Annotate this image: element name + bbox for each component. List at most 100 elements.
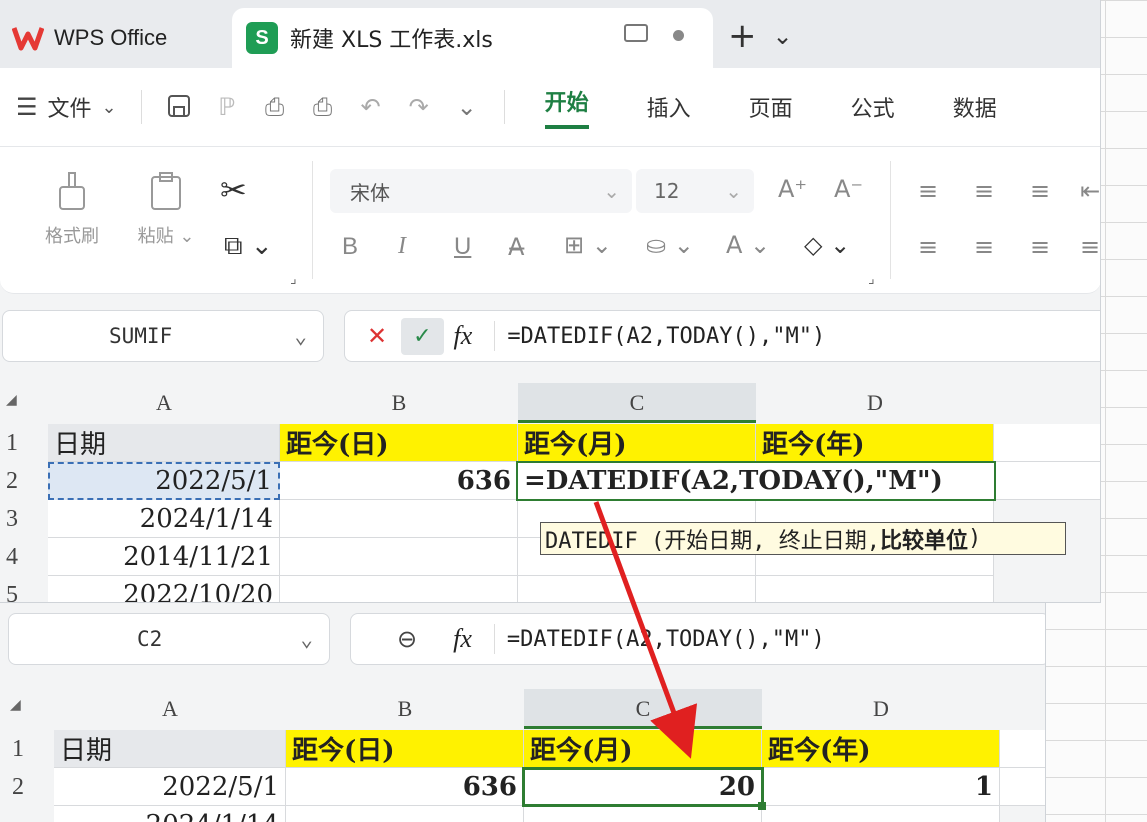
chevron-down-icon[interactable]: ⌄ [773, 22, 793, 50]
cell-c3[interactable] [524, 806, 762, 822]
indent-icon[interactable]: ⇤ [1080, 177, 1100, 205]
formula-text[interactable]: =DATEDIF(A2,TODAY(),"M") [507, 627, 825, 652]
tab-document[interactable]: S 新建 XLS 工作表.xls [232, 8, 713, 68]
cell-d1[interactable]: 距今(年) [756, 424, 994, 462]
tab-3[interactable]: 公式 [851, 91, 895, 123]
cell-c1[interactable]: 距今(月) [524, 730, 762, 768]
scissors-icon[interactable]: ✂ [220, 171, 247, 209]
dialog-launcher-icon[interactable]: ⌟ [290, 271, 297, 287]
cell-a4[interactable]: 2014/11/21 [48, 538, 280, 576]
cell-b2[interactable]: 636 [286, 768, 524, 806]
confirm-button[interactable]: ✓ [401, 317, 444, 355]
cell-a2[interactable]: 2022/5/1 [54, 768, 286, 806]
align-top-icon[interactable]: ≡ [918, 177, 938, 205]
borders-icon[interactable]: ⊞ ⌄ [564, 231, 612, 259]
cell-a1[interactable]: 日期 [54, 730, 286, 768]
cell-b1[interactable]: 距今(日) [286, 730, 524, 768]
column-header-b[interactable]: B [286, 689, 524, 729]
tab-1[interactable]: 插入 [647, 91, 691, 123]
select-all-corner[interactable]: ◢ [6, 392, 17, 408]
column-header-c[interactable]: C [518, 383, 756, 423]
redo-icon[interactable]: ↷ [404, 92, 434, 122]
row-header-1[interactable]: 1 [8, 730, 52, 768]
cell-b2[interactable]: 636 [280, 462, 518, 500]
paste-button[interactable]: 粘贴 ⌄ [128, 169, 204, 248]
print-icon[interactable]: ⎙ [260, 92, 290, 122]
fill-color-icon[interactable]: ⛀ ⌄ [646, 231, 694, 259]
strikethrough-button[interactable]: A̶ [508, 233, 524, 261]
align-center-icon[interactable]: ≡ [974, 233, 994, 261]
save-icon[interactable] [164, 92, 194, 122]
cell-a3[interactable]: 2024/1/14 [54, 806, 286, 822]
cell-d3[interactable] [762, 806, 1000, 822]
font-grow-button[interactable]: A⁺ [778, 175, 807, 203]
cell-b5[interactable] [280, 576, 518, 602]
underline-button[interactable]: U [454, 233, 471, 261]
row-header-5[interactable]: 5 [2, 576, 46, 602]
align-bottom-icon[interactable]: ≡ [1030, 177, 1050, 205]
font-color-icon[interactable]: A ⌄ [726, 231, 770, 259]
chevron-down-icon[interactable]: ⌄ [102, 97, 117, 118]
cell-e2[interactable] [1000, 768, 1045, 806]
hamburger-icon[interactable]: ☰ [16, 93, 38, 121]
font-shrink-button[interactable]: A⁻ [834, 175, 863, 203]
cell-d5[interactable] [756, 576, 994, 602]
formula-bar[interactable]: ⊖ fx =DATEDIF(A2,TODAY(),"M") [350, 613, 1045, 665]
row-header-4[interactable]: 4 [2, 538, 46, 576]
align-right-icon[interactable]: ≡ [1030, 233, 1050, 261]
more-chevron-icon[interactable]: ⌄ [452, 92, 482, 122]
file-menu[interactable]: 文件 [48, 91, 92, 123]
italic-button[interactable]: I [398, 233, 406, 260]
name-box[interactable]: C2 ⌄ [8, 613, 330, 665]
copy-icon[interactable]: ⧉ ⌄ [224, 231, 273, 262]
formula-bar[interactable]: ✕ ✓ fx =DATEDIF(A2,TODAY(),"M") [344, 310, 1100, 362]
tab-4[interactable]: 数据 [953, 91, 997, 123]
column-header-d[interactable]: D [762, 689, 1000, 729]
fx-icon[interactable]: fx [454, 321, 473, 351]
tab-0[interactable]: 开始 [544, 85, 589, 129]
tab-2[interactable]: 页面 [749, 91, 793, 123]
print-preview-icon[interactable]: ⎙ [308, 92, 338, 122]
cell-c2-result[interactable]: 20 [522, 767, 764, 807]
export-icon[interactable]: ℙ [212, 92, 242, 122]
cell-e2[interactable] [994, 462, 1100, 500]
cell-e1[interactable] [994, 424, 1100, 462]
cancel-button[interactable]: ✕ [367, 322, 387, 350]
column-header-a[interactable]: A [48, 383, 280, 423]
cell-b3[interactable] [280, 500, 518, 538]
select-all-corner[interactable]: ◢ [10, 697, 21, 713]
column-header-c[interactable]: C [524, 689, 762, 729]
eraser-icon[interactable]: ◇ ⌄ [804, 231, 850, 259]
chevron-down-icon[interactable]: ⌄ [300, 627, 313, 651]
bold-button[interactable]: B [342, 233, 358, 261]
cell-e1[interactable] [1000, 730, 1045, 768]
chevron-down-icon[interactable]: ⌄ [294, 324, 307, 348]
monitor-icon[interactable] [624, 24, 648, 42]
cell-c5[interactable] [518, 576, 756, 602]
cell-c1[interactable]: 距今(月) [518, 424, 756, 462]
zoom-out-icon[interactable]: ⊖ [397, 625, 417, 653]
cell-d1[interactable]: 距今(年) [762, 730, 1000, 768]
cell-a2[interactable]: 2022/5/1 [48, 462, 280, 500]
undo-icon[interactable]: ↶ [356, 92, 386, 122]
tab-wps-home[interactable]: WPS Office [0, 10, 222, 66]
cell-a1[interactable]: 日期 [48, 424, 280, 462]
column-header-b[interactable]: B [280, 383, 518, 423]
cell-a3[interactable]: 2024/1/14 [48, 500, 280, 538]
column-header-a[interactable]: A [54, 689, 286, 729]
cell-b3[interactable] [286, 806, 524, 822]
dialog-launcher-icon[interactable]: ⌟ [868, 271, 875, 287]
cell-b4[interactable] [280, 538, 518, 576]
row-header-2[interactable]: 2 [8, 768, 52, 806]
cell-c2-editing[interactable]: =DATEDIF(A2,TODAY(),"M") [516, 461, 996, 501]
name-box[interactable]: SUMIF ⌄ [2, 310, 324, 362]
format-painter-button[interactable]: 格式刷 [34, 169, 110, 248]
formula-text[interactable]: =DATEDIF(A2,TODAY(),"M") [507, 324, 825, 349]
fx-icon[interactable]: fx [453, 624, 472, 654]
align-middle-icon[interactable]: ≡ [974, 177, 994, 205]
column-header-d[interactable]: D [756, 383, 994, 423]
align-left-icon[interactable]: ≡ [918, 233, 938, 261]
justify-icon[interactable]: ≡ [1080, 233, 1100, 261]
fill-handle[interactable] [758, 802, 766, 810]
new-tab-button[interactable]: + [728, 16, 757, 56]
